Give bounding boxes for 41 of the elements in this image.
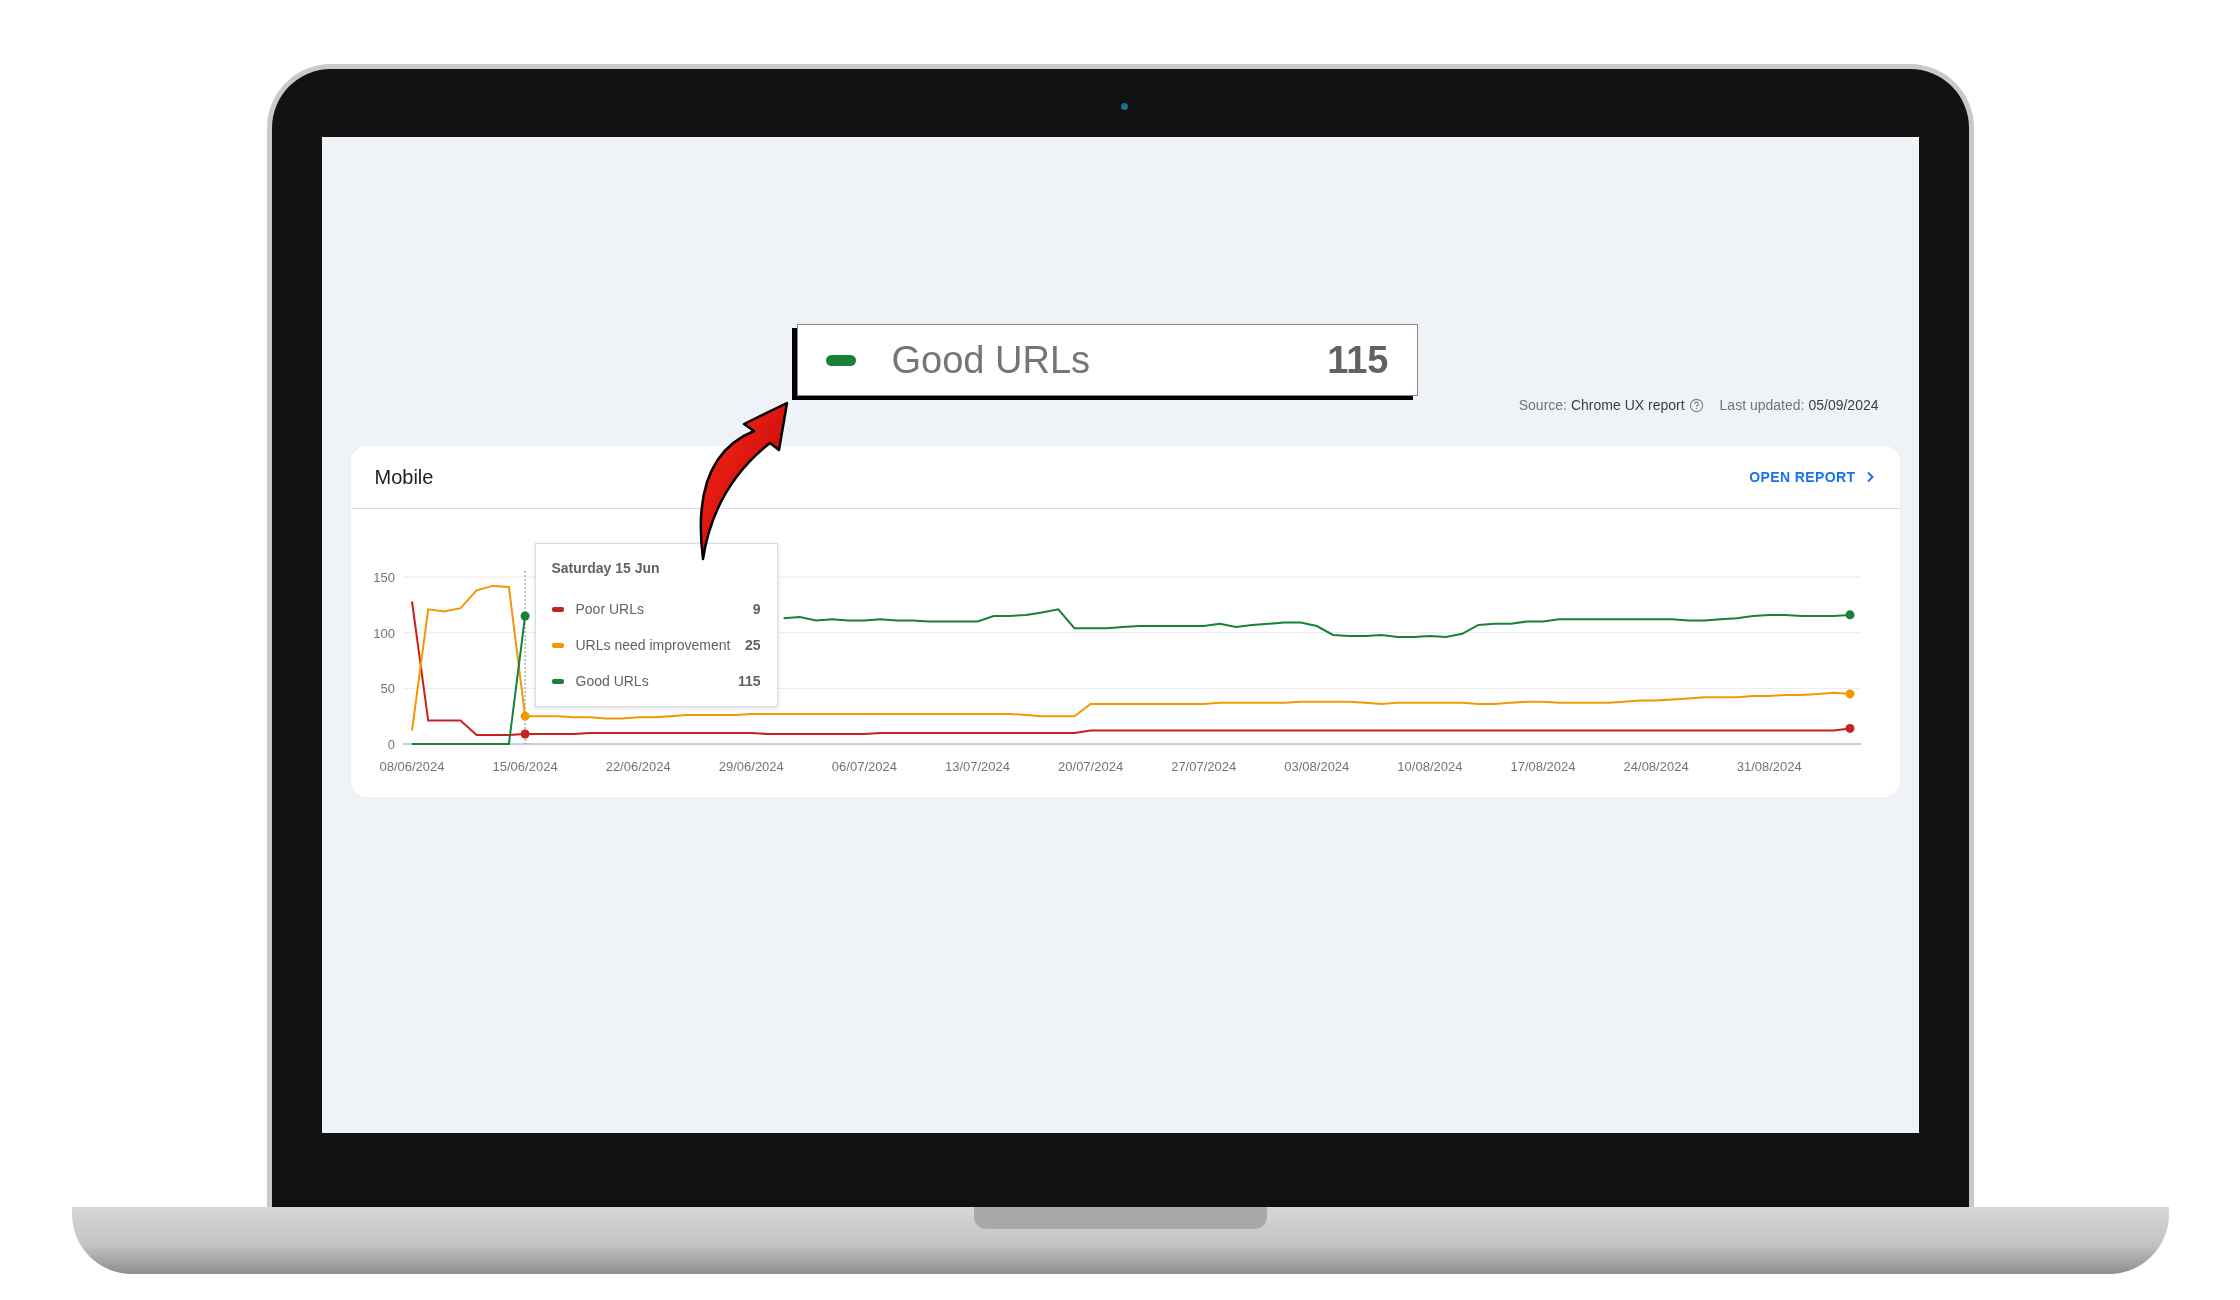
x-axis-label: 20/07/2024 (1057, 759, 1123, 774)
x-axis-label: 27/07/2024 (1170, 759, 1236, 774)
tooltip-value: 115 (737, 671, 761, 691)
data-point (1845, 723, 1854, 733)
y-axis-label: 100 (372, 625, 395, 641)
updated-label: Last updated: (1719, 395, 1805, 415)
source-name: Chrome UX report (1570, 395, 1685, 415)
x-axis-label: 15/06/2024 (492, 759, 558, 774)
callout-value: 115 (1327, 337, 1389, 383)
legend-pill-icon (825, 354, 856, 366)
x-axis-label: 31/08/2024 (1736, 759, 1802, 774)
tooltip-value: 9 (752, 599, 761, 619)
x-axis-label: 03/08/2024 (1283, 759, 1349, 774)
tooltip-title: Saturday 15 Jun (551, 559, 661, 578)
x-axis-label: 10/08/2024 (1396, 759, 1462, 774)
y-axis-label: 0 (387, 737, 395, 752)
callout-label: Good URLs (891, 337, 1091, 383)
data-point (520, 729, 530, 739)
x-axis-label: 17/08/2024 (1509, 759, 1576, 774)
x-axis-label: 13/07/2024 (944, 759, 1010, 774)
card-title: Mobile (374, 465, 434, 490)
data-point (520, 711, 530, 721)
camera-dot (1120, 103, 1128, 110)
data-point (1845, 689, 1854, 699)
tooltip-label: Good URLs (575, 671, 649, 691)
open-report-link[interactable]: OPEN REPORT (1749, 464, 1876, 490)
updated-date: 05/09/2024 (1808, 395, 1879, 415)
y-axis-label: 50 (380, 681, 395, 697)
x-axis-label: 06/07/2024 (831, 759, 897, 774)
x-axis-label: 24/08/2024 (1623, 759, 1689, 774)
x-axis-label: 29/06/2024 (718, 759, 784, 774)
x-axis-label: 22/06/2024 (605, 759, 671, 774)
tooltip-label: URLs need improvement (575, 635, 731, 655)
source-label: Source: (1518, 395, 1567, 415)
help-icon[interactable] (1688, 397, 1704, 413)
tooltip-value: 25 (744, 635, 761, 655)
y-axis-label: 150 (372, 570, 395, 585)
x-axis-label: 08/06/2024 (378, 759, 445, 774)
data-point (520, 611, 530, 621)
tooltip-label: Poor URLs (575, 599, 644, 619)
data-point (1845, 610, 1854, 620)
